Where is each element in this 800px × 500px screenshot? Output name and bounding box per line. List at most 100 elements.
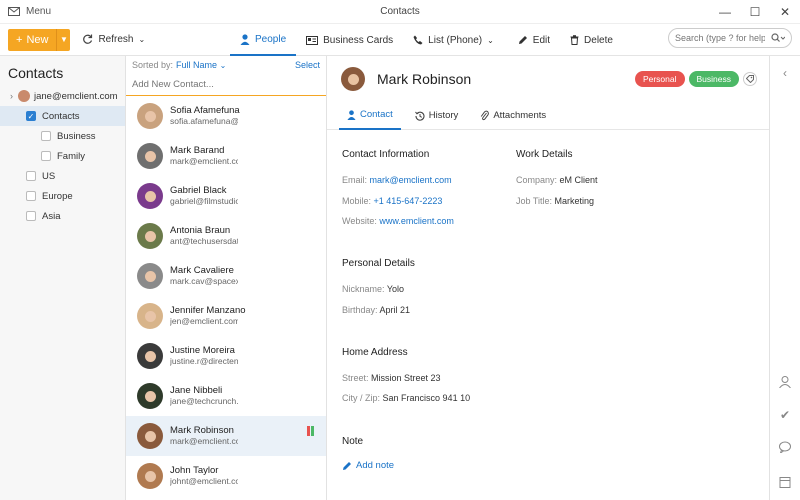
folder-item-business[interactable]: Business [0,126,125,146]
folder-item-us[interactable]: US [0,166,125,186]
folder-label: Business [57,130,96,142]
contact-row[interactable]: Sofia Afamefunasofia.afamefuna@ib [126,96,326,136]
new-button-main[interactable]: + New [8,29,56,51]
search-icon[interactable] [771,33,785,43]
close-button[interactable]: ✕ [770,0,800,24]
contact-email: ant@techusersdata. [170,236,238,246]
tab-list-phone[interactable]: List (Phone) ⌄ [403,24,504,56]
account-email: jane@emclient.com [34,90,118,102]
add-note-button[interactable]: Add note [342,460,394,471]
sort-label: Sorted by: [132,60,174,70]
minimize-button[interactable]: — [710,0,740,24]
tab-people[interactable]: People [230,24,297,56]
maximize-button[interactable]: ☐ [740,0,770,24]
contact-row[interactable]: Jane Nibbelijane@techcrunch.co [126,376,326,416]
plus-icon: + [16,33,23,46]
contact-row[interactable]: Mark Cavalieremark.cav@spacex.cc [126,256,326,296]
account-row[interactable]: › jane@emclient.com [0,86,125,106]
person-icon [347,109,356,120]
refresh-icon [82,34,93,45]
folder-item-europe[interactable]: Europe [0,186,125,206]
contact-avatar [137,103,163,129]
tag-business[interactable]: Business [688,71,739,87]
folder-label: Family [57,150,85,162]
folder-item-asia[interactable]: Asia [0,206,125,226]
account-avatar [18,90,30,102]
mobile-label: Mobile: [342,196,372,206]
contacts-icon[interactable] [770,376,800,388]
tab-attachments[interactable]: Attachments [472,102,554,130]
contact-row[interactable]: Jennifer Manzano jen@emclient.com [126,296,326,336]
select-button[interactable]: Select [295,60,320,70]
folder-item-family[interactable]: Family [0,146,125,166]
window-title: Contacts [380,6,420,17]
street-field: Street: Mission Street 23 [342,373,441,383]
folder-item-contacts[interactable]: ✓ Contacts [0,106,125,126]
contact-row[interactable]: Justine Moreirajustine.r@directener [126,336,326,376]
contact-name: Mark Robinson [377,71,472,87]
mobile-link[interactable]: +1 415-647-2223 [374,196,443,206]
refresh-button[interactable]: Refresh ⌄ [82,34,145,45]
contact-avatar [137,143,163,169]
contact-row[interactable]: John Taylorjohnt@emclient.com [126,456,326,496]
sort-dropdown[interactable]: Full Name ⌄ [176,60,226,70]
chevron-right-icon[interactable]: › [10,91,13,101]
email-link[interactable]: mark@emclient.com [370,175,452,185]
folder-checkbox[interactable]: ✓ [26,111,36,121]
website-link[interactable]: www.emclient.com [379,216,454,226]
tab-list-phone-label: List (Phone) [428,34,483,46]
birthday-field: Birthday: April 21 [342,305,410,315]
contact-name: Mark Cavaliere [170,265,234,276]
category-marker [307,426,314,436]
contact-row[interactable]: Mark Barandmark@emclient.com [126,136,326,176]
folder-checkbox[interactable] [41,131,51,141]
contact-name: Jennifer Manzano [170,305,246,316]
tab-business-cards[interactable]: Business Cards [296,24,403,56]
sort-value: Full Name [176,60,218,70]
pencil-icon [518,35,528,45]
email-field: Email: mark@emclient.com [342,175,452,185]
contact-name: Antonia Braun [170,225,231,236]
contact-email: justine.r@directener [170,356,238,366]
folder-pane: Contacts › jane@emclient.com ✓ Contacts Bu… [0,56,126,500]
folder-checkbox[interactable] [26,171,36,181]
calendar-icon[interactable] [770,476,800,488]
phone-icon [413,35,423,45]
contact-row[interactable]: Antonia Braunant@techusersdata. [126,216,326,256]
add-contact-field[interactable] [126,74,326,96]
menu-button[interactable]: Menu [0,6,51,17]
chat-icon[interactable] [770,441,800,453]
add-contact-input[interactable] [132,79,320,90]
tasks-check-icon[interactable]: ✔ [770,408,800,422]
tab-history[interactable]: History [407,102,467,130]
contact-email: mark@emclient.com [170,156,238,166]
contact-avatar [341,67,365,91]
contact-avatar [137,343,163,369]
contact-email: jane@techcrunch.co [170,396,238,406]
contact-avatar [137,223,163,249]
search-box[interactable] [668,28,792,48]
tab-history-label: History [428,110,459,121]
mail-icon [8,7,20,16]
contact-row[interactable]: Mark Robinsonmark@emclient.com [126,416,326,456]
edit-button[interactable]: Edit [508,24,560,56]
search-input[interactable] [675,33,765,43]
contact-email: mark.cav@spacex.cc [170,276,238,286]
folder-checkbox[interactable] [26,211,36,221]
company-label: Company: [516,175,558,185]
contact-row[interactable]: Gabriel Black gabriel@filmstudioe [126,176,326,216]
folder-checkbox[interactable] [41,151,51,161]
nickname-field: Nickname: Yolo [342,284,404,294]
collapse-chevron-icon[interactable]: ‹ [770,66,800,80]
folder-checkbox[interactable] [26,191,36,201]
city-zip-label: City / Zip: [342,393,381,403]
tab-contact[interactable]: Contact [339,102,401,130]
contact-avatar [137,463,163,489]
new-button[interactable]: + New ▼ [8,28,71,51]
tag-add-icon[interactable] [743,72,757,86]
delete-button[interactable]: Delete [560,24,623,56]
tag-personal[interactable]: Personal [634,71,685,87]
new-dropdown-icon[interactable]: ▼ [56,28,70,51]
note-title: Note [342,436,364,447]
city-zip-value: San Francisco 941 10 [382,393,471,403]
